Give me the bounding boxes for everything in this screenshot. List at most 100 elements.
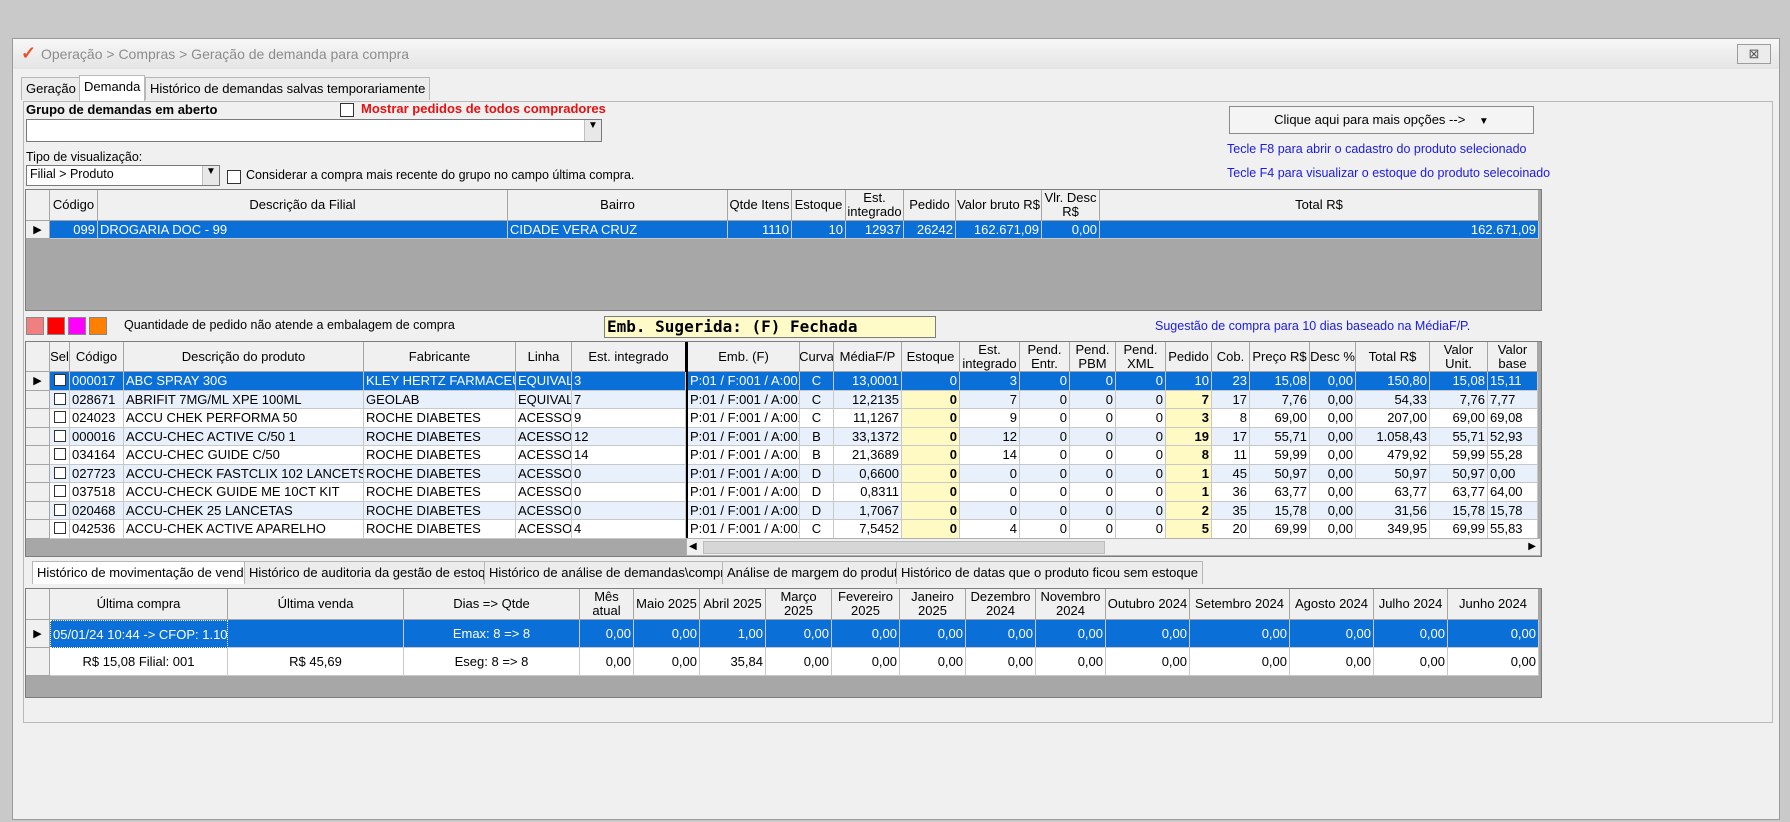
product-cell-preco[interactable]: 69,99 [1250,520,1310,539]
product-cell-pend_entr[interactable]: 0 [1020,427,1070,446]
product-cell-estoque[interactable]: 0 [902,446,960,465]
product-cell-descp[interactable]: 0,00 [1310,372,1356,391]
product-cell-pend_pbm[interactable]: 0 [1070,372,1116,391]
history-header-3[interactable]: Mês atual [580,589,634,620]
product-cell-valor_base[interactable]: 69,08 [1488,409,1538,428]
product-cell-estoque[interactable]: 0 [902,483,960,502]
product-header-20[interactable]: Valor base [1488,342,1538,372]
product-cell-desc[interactable]: ACCU-CHEK ACTIVE APARELHO [124,520,364,539]
product-cell-fab[interactable]: ROCHE DIABETES [364,446,516,465]
product-cell-pend_pbm[interactable]: 0 [1070,483,1116,502]
history-cell-month-3[interactable]: 0,00 [766,620,832,648]
product-cell-preco[interactable]: 7,76 [1250,390,1310,409]
product-cell-descp[interactable]: 0,00 [1310,390,1356,409]
product-cell-desc[interactable]: ACCU CHEK PERFORMA 50 [124,409,364,428]
product-cell-total[interactable]: 31,56 [1356,501,1430,520]
product-cell-curva[interactable]: C [800,409,834,428]
select-checkbox[interactable] [53,522,66,534]
product-cell-est_int[interactable]: 0 [572,464,686,483]
product-header-10[interactable]: Est. integrado [960,342,1020,372]
branch-cell-valor_bruto[interactable]: 162.671,09 [956,221,1042,239]
history-cell-month-1[interactable]: 0,00 [634,648,700,676]
product-cell-curva[interactable]: D [800,501,834,520]
product-cell-valor_base[interactable]: 55,83 [1488,520,1538,539]
branch-cell-desc[interactable]: 0,00 [1042,221,1100,239]
branch-cell-qtde[interactable]: 1110 [728,221,792,239]
product-header-4[interactable]: Linha [516,342,572,372]
product-cell-total[interactable]: 349,95 [1356,520,1430,539]
bottom-tab-0[interactable]: Histórico de movimentação de vendas [32,561,263,584]
history-header-12[interactable]: Setembro 2024 [1190,589,1290,620]
product-header-0[interactable]: Sel [50,342,70,372]
history-cell-month-7[interactable]: 0,00 [1036,648,1106,676]
bottom-tab-3[interactable]: Análise de margem do produto [722,561,910,584]
history-cell-month-10[interactable]: 0,00 [1290,648,1374,676]
history-cell-month-10[interactable]: 0,00 [1290,620,1374,648]
product-cell-media[interactable]: 33,1372 [834,427,902,446]
product-cell-valor_base[interactable]: 55,28 [1488,446,1538,465]
product-cell-pend_pbm[interactable]: 0 [1070,427,1116,446]
history-header-1[interactable]: Última venda [228,589,404,620]
history-cell-month-6[interactable]: 0,00 [966,648,1036,676]
history-cell-ultima-compra[interactable]: R$ 15,08 Filial: 001 [50,648,228,676]
product-cell-linha[interactable]: ACESSOI [516,483,572,502]
product-cell-preco[interactable]: 15,08 [1250,372,1310,391]
select-cell[interactable] [50,427,70,446]
branch-cell-descricao[interactable]: DROGARIA DOC - 99 [98,221,508,239]
product-cell-total[interactable]: 50,97 [1356,464,1430,483]
history-cell-dias[interactable]: Emax: 8 => 8 [404,620,580,648]
history-cell-ultima-venda[interactable]: R$ 45,69 [228,648,404,676]
product-cell-pedido[interactable]: 7 [1166,390,1212,409]
history-cell-month-5[interactable]: 0,00 [900,648,966,676]
product-cell-linha[interactable]: ACESSOI [516,446,572,465]
branch-cell-total[interactable]: 162.671,09 [1100,221,1539,239]
more-options-button[interactable]: Clique aqui para mais opções --> ▼ [1229,106,1534,134]
product-cell-curva[interactable]: B [800,427,834,446]
history-cell-ultima-compra[interactable]: 05/01/24 10:44 -> CFOP: 1.102 [50,620,228,648]
product-cell-estoque[interactable]: 0 [902,372,960,391]
product-cell-linha[interactable]: ACESSOI [516,464,572,483]
product-cell-estoque[interactable]: 0 [902,464,960,483]
tab-demanda[interactable]: Demanda [79,75,146,102]
product-header-13[interactable]: Pend. XML [1116,342,1166,372]
product-cell-pend_xml[interactable]: 0 [1116,390,1166,409]
history-header-4[interactable]: Maio 2025 [634,589,700,620]
product-header-3[interactable]: Fabricante [364,342,516,372]
history-cell-month-11[interactable]: 0,00 [1374,648,1448,676]
product-cell-fab[interactable]: ROCHE DIABETES [364,520,516,539]
history-header-13[interactable]: Agosto 2024 [1290,589,1374,620]
product-cell-descp[interactable]: 0,00 [1310,464,1356,483]
product-cell-emb[interactable]: P:01 / F:001 / A:001 [688,409,800,428]
branch-cell-est_int[interactable]: 12937 [846,221,904,239]
select-checkbox[interactable] [53,429,66,442]
product-cell-pend_entr[interactable]: 0 [1020,464,1070,483]
product-cell-valor_unit[interactable]: 69,00 [1430,409,1488,428]
product-header-11[interactable]: Pend. Entr. [1020,342,1070,372]
product-cell-linha[interactable]: ACESSOI [516,427,572,446]
product-cell-est_int[interactable]: 3 [572,372,686,391]
branch-header-5[interactable]: Est. integrado [846,190,904,221]
tab-geracao[interactable]: Geração [21,77,81,100]
history-cell-month-4[interactable]: 0,00 [832,620,900,648]
product-cell-media[interactable]: 21,3689 [834,446,902,465]
product-cell-emb[interactable]: P:01 / F:001 / A:001 [688,464,800,483]
history-cell-dias[interactable]: Eseg: 8 => 8 [404,648,580,676]
product-cell-codigo[interactable]: 034164 [70,446,124,465]
product-cell-pend_entr[interactable]: 0 [1020,520,1070,539]
history-header-6[interactable]: Março 2025 [766,589,832,620]
history-header-5[interactable]: Abril 2025 [700,589,766,620]
product-cell-estoque[interactable]: 0 [902,427,960,446]
branch-header-6[interactable]: Pedido [904,190,956,221]
product-cell-pedido[interactable]: 10 [1166,372,1212,391]
product-cell-total[interactable]: 207,00 [1356,409,1430,428]
product-cell-total[interactable]: 150,80 [1356,372,1430,391]
product-cell-est_int[interactable]: 7 [572,390,686,409]
history-header-0[interactable]: Última compra [50,589,228,620]
history-header-8[interactable]: Janeiro 2025 [900,589,966,620]
product-cell-emb[interactable]: P:01 / F:001 / A:001 [688,446,800,465]
product-cell-est_int2[interactable]: 0 [960,483,1020,502]
history-cell-month-9[interactable]: 0,00 [1190,648,1290,676]
history-cell-month-6[interactable]: 0,00 [966,620,1036,648]
product-cell-valor_unit[interactable]: 7,76 [1430,390,1488,409]
product-cell-valor_unit[interactable]: 15,78 [1430,501,1488,520]
